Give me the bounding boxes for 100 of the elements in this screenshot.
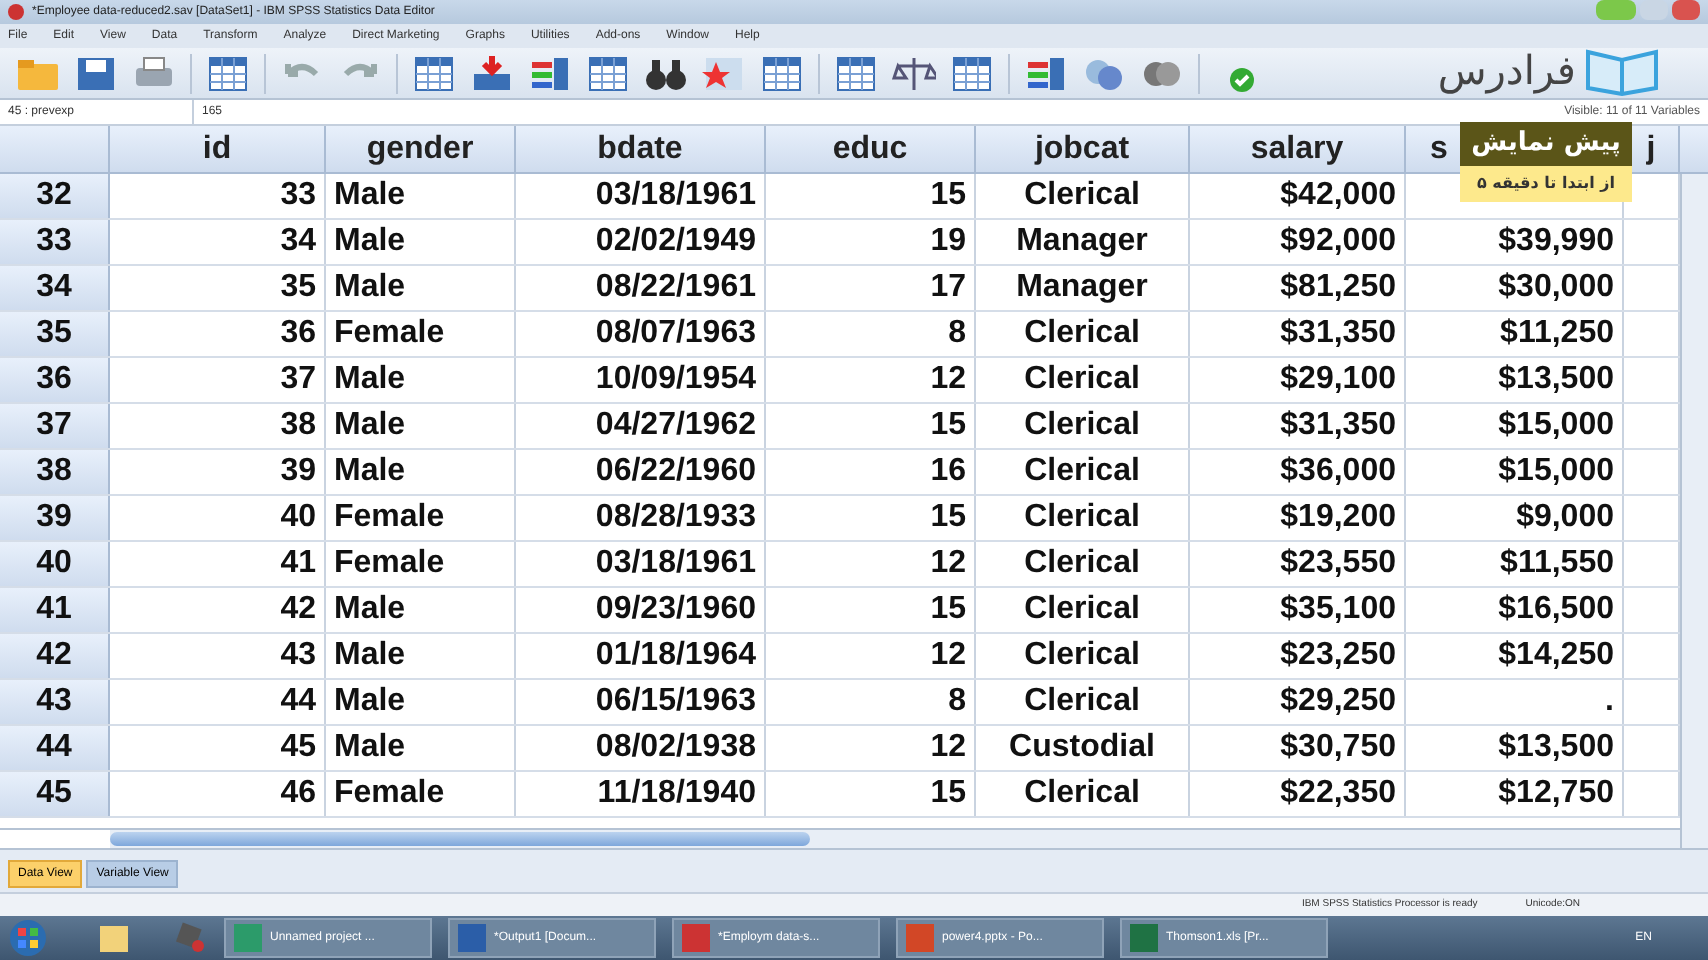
table-cell-text: $22,350 [1280, 774, 1396, 814]
table-cell-text: Male [334, 268, 406, 308]
table-cell-text: Clerical [1024, 682, 1140, 722]
close-button[interactable] [1672, 0, 1700, 20]
table-cell-text: $92,000 [1280, 222, 1396, 262]
table-cell-text: Female [334, 544, 445, 584]
table-cell-text: 8 [948, 314, 966, 354]
table-cell-text: 15 [930, 406, 966, 446]
table-cell-text: 10/09/1954 [595, 360, 756, 400]
table-cell-text: $36,000 [1280, 452, 1396, 492]
table-cell-text: 15 [930, 498, 966, 538]
table-cell-text: Manager [1016, 268, 1148, 308]
table-cell-text: $39,990 [1498, 222, 1614, 262]
table-cell-text: $31,350 [1280, 406, 1396, 446]
column-header[interactable]: salary [1250, 126, 1344, 172]
table-cell-text: 12 [930, 544, 966, 584]
table-cell-text: $35,100 [1280, 590, 1396, 630]
table-cell-text: Clerical [1024, 314, 1140, 354]
table-cell-text: $13,500 [1498, 360, 1614, 400]
table-cell-text: Manager [1016, 222, 1148, 262]
table-cell-text: Male [334, 636, 406, 676]
preview-badge: پیش نمایش [1460, 122, 1632, 166]
table-cell-text: Male [334, 406, 406, 446]
table-cell-text: 12 [930, 728, 966, 768]
table-cell-text: 06/15/1963 [595, 682, 756, 722]
table-cell-text: 08/07/1963 [595, 314, 756, 354]
table-icon[interactable] [412, 53, 456, 93]
table-cell-text: 44 [280, 682, 316, 722]
table-cell-text: $30,750 [1280, 728, 1396, 768]
table-cell-text: $81,250 [1280, 268, 1396, 308]
table-cell-text: Clerical [1024, 176, 1140, 216]
table-cell-text: 08/22/1961 [595, 268, 756, 308]
table-cell-text: 15 [930, 590, 966, 630]
table-cell-text: 01/18/1964 [595, 636, 756, 676]
table-cell-text: 36 [280, 314, 316, 354]
table-cell-text: $9,000 [1516, 498, 1614, 538]
table-cell-text: $29,100 [1280, 360, 1396, 400]
table-cell-text: 12 [930, 636, 966, 676]
table-cell-text: $30,000 [1498, 268, 1614, 308]
table-cell-text: 04/27/1962 [595, 406, 756, 446]
bars-icon[interactable] [528, 53, 572, 93]
table-cell-text: 19 [930, 222, 966, 262]
logo-text: فرادرس [1437, 44, 1576, 98]
table-cell-text: Custodial [1009, 728, 1155, 768]
folder-icon[interactable] [96, 920, 132, 956]
save-icon[interactable] [74, 53, 118, 93]
table-cell-text: 09/23/1960 [595, 590, 756, 630]
table-cell-text: 45 [280, 728, 316, 768]
table-cell-text: 06/22/1960 [595, 452, 756, 492]
table-cell-text: $42,000 [1280, 176, 1396, 216]
bars-icon[interactable] [1024, 53, 1068, 93]
table-cell-text: 37 [280, 360, 316, 400]
table-cell-text: 12 [930, 360, 966, 400]
table-cell-text: 38 [280, 406, 316, 446]
table-icon[interactable] [760, 53, 804, 93]
table-cell-text: 41 [280, 544, 316, 584]
table-cell-text: $16,500 [1498, 590, 1614, 630]
table-cell-text: 34 [280, 222, 316, 262]
start-icon[interactable] [8, 918, 48, 958]
table-icon[interactable] [950, 53, 994, 93]
vertical-scrollbar[interactable] [1680, 174, 1708, 848]
table-cell-text: 15 [930, 176, 966, 216]
table-cell-text: $31,350 [1280, 314, 1396, 354]
table-icon[interactable] [206, 53, 250, 93]
table-cell-text: 8 [948, 682, 966, 722]
table-cell-text: Clerical [1024, 360, 1140, 400]
horizontal-scrollbar[interactable] [0, 828, 1680, 848]
column-header[interactable]: bdate [597, 126, 683, 172]
table-icon[interactable] [586, 53, 630, 93]
table-cell-text: 43 [280, 636, 316, 676]
table-cell-text: Male [334, 176, 406, 216]
insert-icon[interactable] [470, 53, 514, 93]
table-cell-text: $15,000 [1498, 452, 1614, 492]
table-cell-text: 46 [280, 774, 316, 814]
table-cell-text: $11,550 [1500, 544, 1614, 584]
column-header[interactable]: id [202, 126, 232, 172]
table-cell-text: $13,500 [1498, 728, 1614, 768]
column-header[interactable]: educ [832, 126, 908, 172]
table-cell-text: 33 [280, 176, 316, 216]
table-cell-text: 35 [280, 268, 316, 308]
column-header[interactable]: s [1430, 126, 1448, 172]
star-table-icon[interactable] [702, 53, 746, 93]
table-cell-text: 03/18/1961 [595, 544, 756, 584]
table-cell-text: Clerical [1024, 452, 1140, 492]
table-cell-text: 03/18/1961 [595, 176, 756, 216]
table-icon[interactable] [834, 53, 878, 93]
table-cell-text: $12,750 [1498, 774, 1614, 814]
table-cell-text: $29,250 [1280, 682, 1396, 722]
table-cell-text: Male [334, 452, 406, 492]
column-header[interactable]: jobcat [1034, 126, 1130, 172]
table-cell-text: $19,200 [1280, 498, 1396, 538]
table-cell-text: 02/02/1949 [595, 222, 756, 262]
scales-icon[interactable] [892, 53, 936, 93]
column-header[interactable]: gender [366, 126, 474, 172]
table-cell-text: 40 [280, 498, 316, 538]
column-header[interactable]: j [1646, 126, 1656, 172]
preview-subtitle: از ابتدا تا دقیقه ۵ [1460, 166, 1632, 202]
table-cell-text: Clerical [1024, 636, 1140, 676]
table-cell-text: Female [334, 498, 445, 538]
table-cell-text: Clerical [1024, 406, 1140, 446]
